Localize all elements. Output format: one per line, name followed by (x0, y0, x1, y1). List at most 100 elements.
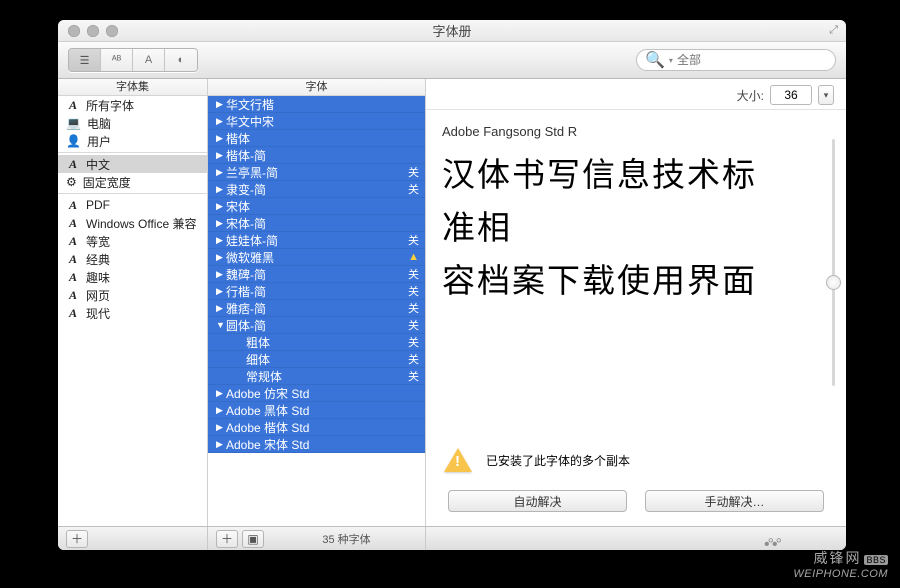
font-item[interactable]: ▶行楷-简关 (208, 283, 425, 300)
font-item[interactable]: ▶娃娃体-简关 (208, 232, 425, 249)
font-name-label: 华文行楷 (226, 96, 419, 113)
font-item[interactable]: ▶微软雅黑▲ (208, 249, 425, 266)
collections-list: A所有字体💻电脑👤用户 A中文⚙固定宽度 APDFAWindows Office 兼… (58, 96, 207, 526)
size-label: 大小: (737, 87, 764, 104)
font-name-label: 楷体-简 (226, 147, 419, 164)
font-item[interactable]: ▶隶变-简关 (208, 181, 425, 198)
font-item[interactable]: ▶Adobe 宋体 Std (208, 436, 425, 453)
disclosure-triangle-icon[interactable]: ▶ (216, 388, 226, 399)
disclosure-triangle-icon[interactable]: ▶ (216, 184, 226, 195)
fullscreen-icon[interactable]: ⤢ (829, 24, 838, 37)
disclosure-triangle-icon[interactable]: ▶ (216, 405, 226, 416)
toggle-preview-button[interactable]: ▣ (242, 530, 264, 548)
collection-item[interactable]: A经典 (58, 250, 207, 268)
status-tag: 关 (408, 283, 419, 299)
font-item[interactable]: ▶Adobe 楷体 Std (208, 419, 425, 436)
collections-column: 字体集 A所有字体💻电脑👤用户 A中文⚙固定宽度 APDFAWindows Offi… (58, 79, 208, 526)
font-name-label: 行楷-简 (226, 283, 408, 300)
status-tag: 关 (408, 266, 419, 282)
status-tag: 关 (408, 351, 419, 367)
view-sample-button[interactable]: A (133, 49, 165, 71)
size-controls: 大小: ▾ (426, 79, 846, 110)
disclosure-triangle-icon[interactable]: ▼ (216, 320, 226, 330)
dropdown-icon[interactable]: ▾ (669, 56, 673, 65)
view-info-button[interactable]: ◐ (165, 49, 197, 71)
disclosure-triangle-icon[interactable]: ▶ (216, 201, 226, 212)
font-item[interactable]: 常规体关 (208, 368, 425, 385)
font-collection-icon: A (66, 98, 80, 113)
auto-resolve-button[interactable]: 自动解决 (448, 490, 627, 512)
collection-item[interactable]: A现代 (58, 304, 207, 322)
font-name-label: 宋体 (226, 198, 419, 215)
collection-label: 固定宽度 (83, 174, 131, 191)
font-name-label: 娃娃体-简 (226, 232, 408, 249)
slider-knob[interactable] (826, 275, 841, 290)
search-field[interactable]: 🔍 ▾ (636, 49, 836, 71)
collection-item[interactable]: A所有字体 (58, 96, 207, 114)
font-item[interactable]: ▶宋体-简 (208, 215, 425, 232)
watermark-dots-icon: •°•° (764, 536, 780, 554)
collection-item[interactable]: A中文 (58, 155, 207, 173)
font-name-label: 细体 (246, 351, 408, 368)
collection-item[interactable]: ⚙固定宽度 (58, 173, 207, 191)
font-item[interactable]: ▼圆体-简关 (208, 317, 425, 334)
disclosure-triangle-icon[interactable]: ▶ (216, 269, 226, 280)
manual-resolve-button[interactable]: 手动解决… (645, 490, 824, 512)
font-item[interactable]: ▶华文中宋 (208, 113, 425, 130)
disclosure-triangle-icon[interactable]: ▶ (216, 150, 226, 161)
size-dropdown[interactable]: ▾ (818, 85, 834, 105)
add-font-button[interactable]: ＋ (216, 530, 238, 548)
disclosure-triangle-icon[interactable]: ▶ (216, 439, 226, 450)
watermark: 威锋网BBS WEIPHONE.COM (793, 548, 888, 580)
font-name-label: Adobe 楷体 Std (226, 419, 419, 436)
disclosure-triangle-icon[interactable]: ▶ (216, 167, 226, 178)
disclosure-triangle-icon[interactable]: ▶ (216, 235, 226, 246)
font-item[interactable]: ▶Adobe 黑体 Std (208, 402, 425, 419)
search-icon: 🔍 (645, 50, 665, 70)
size-input[interactable] (770, 85, 812, 105)
font-item[interactable]: 粗体关 (208, 334, 425, 351)
font-item[interactable]: 细体关 (208, 351, 425, 368)
system-icon: 💻 (66, 116, 81, 130)
collection-label: 网页 (86, 287, 110, 304)
font-item[interactable]: ▶魏碑-简关 (208, 266, 425, 283)
sample-text: 汉体书写信息技术标 准相 容档案下载使用界面 (442, 149, 830, 307)
disclosure-triangle-icon[interactable]: ▶ (216, 303, 226, 314)
collection-item[interactable]: APDF (58, 196, 207, 214)
search-input[interactable] (677, 53, 832, 67)
font-name-label: 宋体-简 (226, 215, 419, 232)
collection-label: 趣味 (86, 269, 110, 286)
status-tag: 关 (408, 181, 419, 197)
font-name-label: 华文中宋 (226, 113, 419, 130)
font-item[interactable]: ▶Adobe 仿宋 Std (208, 385, 425, 402)
size-slider[interactable] (826, 139, 840, 386)
font-count: 35 种字体 (268, 531, 425, 547)
font-collection-icon: A (66, 157, 80, 172)
view-grid-button[interactable]: ᴬᴮ (101, 49, 133, 71)
disclosure-triangle-icon[interactable]: ▶ (216, 286, 226, 297)
disclosure-triangle-icon[interactable]: ▶ (216, 133, 226, 144)
disclosure-triangle-icon[interactable]: ▶ (216, 252, 226, 263)
font-name-label: 粗体 (246, 334, 408, 351)
font-item[interactable]: ▶宋体 (208, 198, 425, 215)
font-item[interactable]: ▶楷体-简 (208, 147, 425, 164)
collection-item[interactable]: A等宽 (58, 232, 207, 250)
disclosure-triangle-icon[interactable]: ▶ (216, 99, 226, 110)
add-collection-button[interactable]: ＋ (66, 530, 88, 548)
font-item[interactable]: ▶兰亭黑-简关 (208, 164, 425, 181)
font-item[interactable]: ▶楷体 (208, 130, 425, 147)
collection-item[interactable]: AWindows Office 兼容 (58, 214, 207, 232)
disclosure-triangle-icon[interactable]: ▶ (216, 422, 226, 433)
collection-item[interactable]: 👤用户 (58, 132, 207, 150)
font-item[interactable]: ▶雅痞-简关 (208, 300, 425, 317)
font-name-label: 微软雅黑 (226, 249, 408, 266)
collection-item[interactable]: A趣味 (58, 268, 207, 286)
view-list-button[interactable]: ☰ (69, 49, 101, 71)
disclosure-triangle-icon[interactable]: ▶ (216, 116, 226, 127)
collection-item[interactable]: 💻电脑 (58, 114, 207, 132)
status-tag: 关 (408, 368, 419, 384)
disclosure-triangle-icon[interactable]: ▶ (216, 218, 226, 229)
collection-item[interactable]: A网页 (58, 286, 207, 304)
font-item[interactable]: ▶华文行楷 (208, 96, 425, 113)
collections-header: 字体集 (58, 79, 207, 96)
